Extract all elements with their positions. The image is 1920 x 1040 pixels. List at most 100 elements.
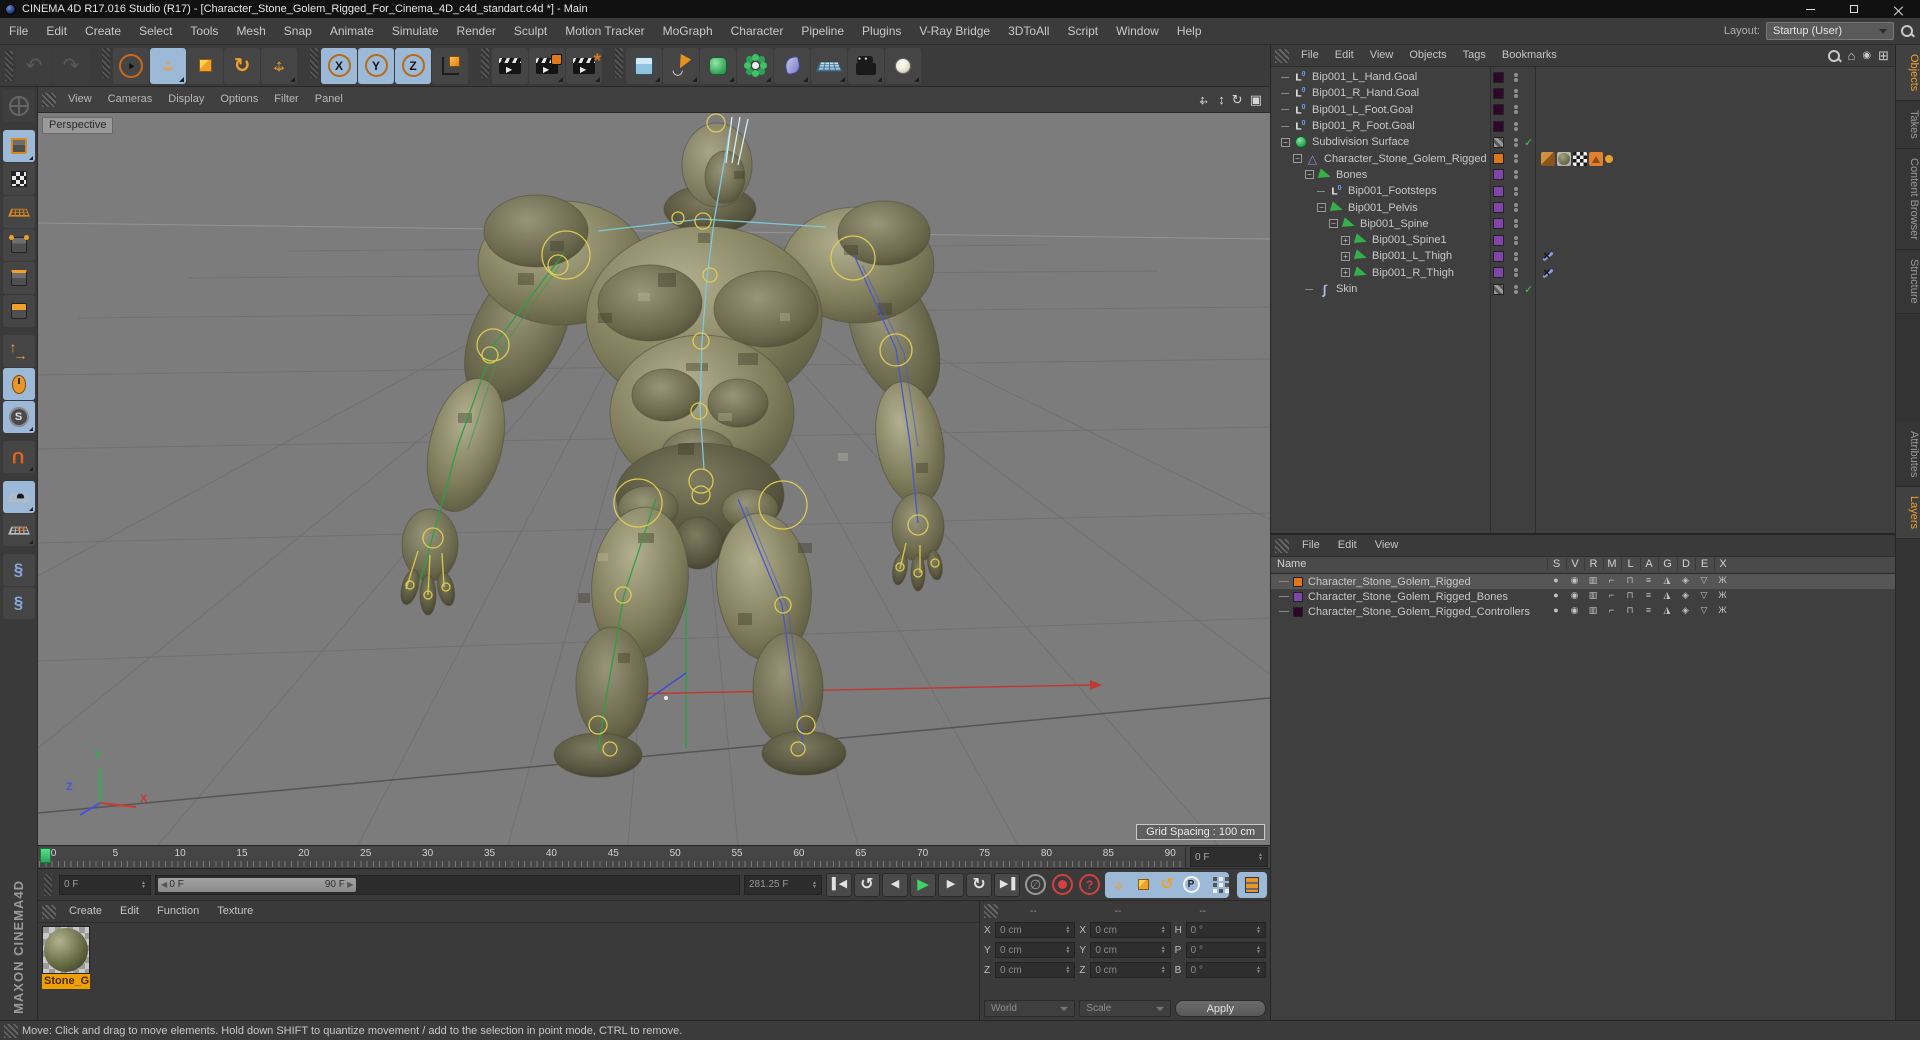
layer-color-chip[interactable] [1493, 87, 1504, 99]
menu-simulate[interactable]: Simulate [383, 18, 448, 44]
viewport-drag-handle[interactable] [42, 92, 56, 107]
viewport-menu-view[interactable]: View [60, 87, 100, 112]
previous-frame-button[interactable]: ◀ [882, 872, 908, 897]
visibility-dots[interactable] [1514, 284, 1518, 295]
coordinate-input[interactable]: 0 ° ▲ ▼ [1185, 922, 1266, 938]
add-subdivision-surface-button[interactable] [700, 47, 736, 84]
render-view-button[interactable]: ▶ [492, 47, 528, 84]
menu-window[interactable]: Window [1107, 18, 1168, 44]
coordinate-input[interactable]: 0 cm ▲ ▼ [1090, 922, 1171, 938]
viewport-menu-cameras[interactable]: Cameras [100, 87, 161, 112]
apply-button[interactable]: Apply [1174, 1000, 1266, 1017]
coordinate-input[interactable]: 0 cm ▲ ▼ [1090, 942, 1171, 958]
layer-color-chip[interactable] [1493, 169, 1504, 181]
spinner-icon[interactable]: ▲ ▼ [1161, 946, 1166, 955]
scale-button[interactable] [187, 47, 223, 84]
om-drag-handle[interactable] [1275, 48, 1289, 63]
add-environment-button[interactable] [811, 47, 847, 84]
visibility-dots[interactable] [1514, 88, 1518, 99]
spinner-icon[interactable]: ▲ ▼ [812, 880, 817, 889]
object-row-bip001-r-hand-goal[interactable]: L0 Bip001_R_Hand.Goal [1271, 85, 1895, 101]
play-cycle-button[interactable]: ↻ [966, 872, 992, 897]
layer-row-character-stone-golem-rigged-bones[interactable]: Character_Stone_Golem_Rigged_Bones ● ◉ ▥ ⌐ ⊓ ≡… [1271, 589, 1895, 604]
lock-z-button[interactable]: Z [395, 47, 431, 84]
play-backwards-button[interactable]: ↺ [854, 872, 880, 897]
search-icon[interactable] [1900, 24, 1914, 38]
record-off-button[interactable]: ∅ [1025, 874, 1046, 895]
visibility-dots[interactable] [1514, 186, 1518, 197]
object-row-bip001-pelvis[interactable]: − Bip001_Pelvis [1271, 199, 1895, 215]
visibility-dots[interactable] [1514, 121, 1518, 132]
menu-3dtoall[interactable]: 3DToAll [999, 18, 1058, 44]
layer-color-chip[interactable] [1493, 283, 1504, 295]
object-row-character-stone-golem-rigged[interactable]: − △ Character_Stone_Golem_Rigged [1271, 150, 1895, 166]
animation-icon[interactable]: ≡ [1640, 590, 1658, 600]
material-preview[interactable] [42, 926, 90, 974]
menu-script[interactable]: Script [1058, 18, 1107, 44]
om-menu-bookmarks[interactable]: Bookmarks [1494, 45, 1565, 66]
visibility-dots[interactable] [1514, 104, 1518, 115]
phong-tag[interactable] [1589, 151, 1603, 166]
add-spline-button[interactable] [663, 47, 699, 84]
om-menu-objects[interactable]: Objects [1401, 45, 1454, 66]
autokeying-button[interactable] [1052, 874, 1073, 895]
layer-color-chip[interactable] [1493, 202, 1504, 214]
visibility-icon[interactable]: ◉ [1566, 605, 1584, 616]
expand-toggle[interactable]: + [1341, 235, 1350, 245]
render-picture-viewer-button[interactable]: ▶ [529, 47, 565, 84]
menu-create[interactable]: Create [76, 18, 130, 44]
xref-icon[interactable]: Ж [1714, 590, 1732, 600]
object-row-bip001-spine1[interactable]: + Bip001_Spine1 [1271, 232, 1895, 248]
om-search-icon[interactable] [1827, 49, 1841, 63]
lock-icon[interactable]: ⊓ [1621, 605, 1639, 616]
layer-color-chip[interactable] [1293, 606, 1303, 617]
add-cube-button[interactable] [626, 47, 662, 84]
render-icon[interactable]: ▥ [1584, 605, 1602, 616]
layer-color-chip[interactable] [1293, 576, 1303, 587]
edges-mode-button[interactable] [2, 262, 35, 294]
om-menu-file[interactable]: File [1293, 45, 1327, 66]
add-light-button[interactable] [885, 47, 921, 84]
add-camera-button[interactable] [848, 47, 884, 84]
xref-icon[interactable]: Ж [1714, 575, 1732, 585]
keyframe-selection-button[interactable] [1237, 871, 1267, 898]
add-mograph-button[interactable] [737, 47, 773, 84]
preview-range-bar[interactable]: ◀ 0 F 90 F ▶ [158, 877, 357, 892]
object-row-bip001-r-foot-goal[interactable]: L0 Bip001_R_Foot.Goal [1271, 118, 1895, 134]
animation-icon[interactable]: ≡ [1640, 605, 1658, 615]
max-frame-field[interactable]: 281.25 F ▲ ▼ [744, 874, 822, 895]
world-dropdown[interactable]: World [984, 1000, 1076, 1017]
material-name[interactable]: Stone_G [42, 974, 90, 989]
menu-v-ray-bridge[interactable]: V-Ray Bridge [910, 18, 999, 44]
preview-range-slider[interactable]: ◀ 0 F 90 F ▶ [155, 874, 740, 895]
view-label[interactable]: Perspective [42, 117, 114, 134]
deformers-icon[interactable]: ◈ [1677, 590, 1695, 601]
key-rotation-button[interactable]: ↺ [1156, 874, 1178, 896]
expressions-icon[interactable]: ▽ [1695, 605, 1713, 616]
visibility-dots[interactable] [1514, 235, 1518, 246]
spinner-icon[interactable]: ▲ ▼ [141, 880, 146, 889]
coordinate-input[interactable]: 0 cm ▲ ▼ [995, 922, 1076, 938]
toggle-view-icon[interactable]: ▣ [1250, 92, 1262, 108]
object-row-subdivision-surface[interactable]: − Subdivision Surface ✓ [1271, 134, 1895, 150]
lock-y-button[interactable]: Y [358, 47, 394, 84]
points-mode-button[interactable] [2, 229, 35, 261]
solo-icon[interactable]: ● [1547, 575, 1565, 585]
object-row-skin[interactable]: ∫ Skin ✓ [1271, 281, 1895, 297]
spinner-icon[interactable]: ▲ ▼ [1065, 966, 1070, 975]
viewport-solo-button[interactable]: S [2, 401, 35, 433]
layer-color-chip[interactable] [1493, 218, 1504, 230]
visibility-dots[interactable] [1514, 267, 1518, 278]
materials-menu-function[interactable]: Function [148, 901, 208, 922]
om-add-view-icon[interactable]: ⊞ [1878, 48, 1889, 64]
goto-start-button[interactable]: ▌◀ [826, 872, 852, 897]
tab-attributes[interactable]: Attributes [1896, 421, 1920, 488]
visibility-dots[interactable] [1514, 169, 1518, 180]
play-forwards-button[interactable]: ▶ [910, 872, 936, 897]
layers-menu-file[interactable]: File [1293, 535, 1329, 556]
collapse-toggle[interactable]: − [1317, 203, 1326, 213]
polygons-mode-button[interactable] [2, 295, 35, 327]
menu-character[interactable]: Character [722, 18, 793, 44]
layer-color-chip[interactable] [1493, 250, 1504, 262]
visibility-dots[interactable] [1514, 251, 1518, 262]
